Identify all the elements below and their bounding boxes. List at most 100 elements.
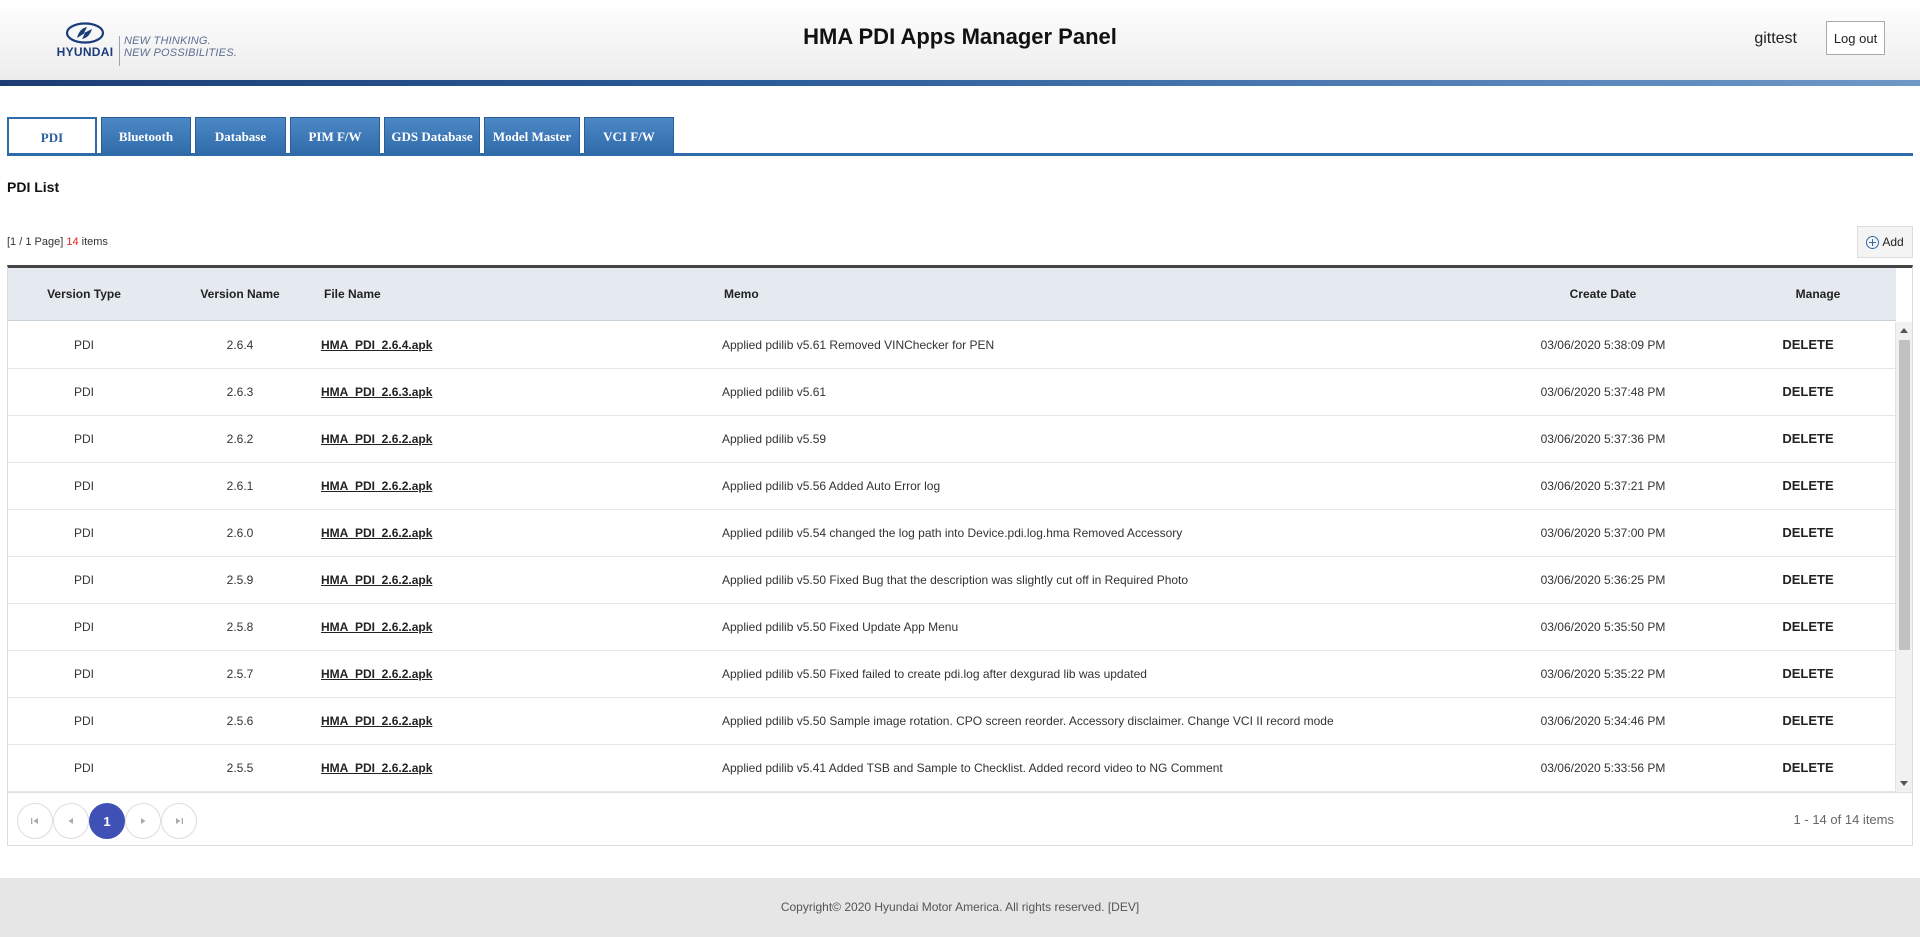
paging-summary: [1 / 1 Page] 14 items: [7, 236, 108, 248]
logo-mark: HYUNDAI: [54, 22, 116, 59]
create-date-cell: 03/06/2020 5:33:56 PM: [1540, 761, 1666, 775]
create-date-cell: 03/06/2020 5:35:50 PM: [1540, 620, 1666, 634]
create-date-cell: 03/06/2020 5:35:22 PM: [1540, 667, 1666, 681]
delete-button[interactable]: DELETE: [1768, 698, 1848, 744]
delete-button[interactable]: DELETE: [1768, 416, 1848, 462]
column-header-manage: Manage: [1795, 287, 1841, 301]
next-page-icon[interactable]: [125, 803, 161, 839]
file-name-link[interactable]: HMA_PDI_2.6.2.apk: [321, 416, 432, 462]
tab-vci-fw[interactable]: VCI F/W: [584, 117, 674, 155]
delete-button[interactable]: DELETE: [1768, 510, 1848, 556]
scroll-up-icon[interactable]: [1900, 328, 1908, 333]
last-page-icon[interactable]: [161, 803, 197, 839]
file-name-link[interactable]: HMA_PDI_2.6.2.apk: [321, 698, 432, 744]
pdi-grid: Version Type Version Name File Name Memo…: [7, 265, 1913, 846]
table-row: PDI 2.6.0 HMA_PDI_2.6.2.apk Applied pdil…: [8, 510, 1896, 557]
section-title: PDI List: [7, 179, 60, 195]
tab-bluetooth[interactable]: Bluetooth: [101, 117, 191, 155]
first-page-icon[interactable]: [17, 803, 53, 839]
file-name-link[interactable]: HMA_PDI_2.6.2.apk: [321, 463, 432, 509]
file-name-link[interactable]: HMA_PDI_2.6.2.apk: [321, 604, 432, 650]
paging-count: 14: [66, 236, 79, 248]
logout-button[interactable]: Log out: [1826, 21, 1885, 55]
tab-database[interactable]: Database: [195, 117, 286, 155]
logo-tagline-line-2: NEW POSSIBILITIES.: [124, 47, 238, 59]
table-row: PDI 2.5.7 HMA_PDI_2.6.2.apk Applied pdil…: [8, 651, 1896, 698]
logo-brand: HYUNDAI: [56, 45, 114, 59]
tab-underline: [7, 153, 1913, 156]
delete-button[interactable]: DELETE: [1768, 745, 1848, 791]
delete-button[interactable]: DELETE: [1768, 651, 1848, 697]
app-header: HYUNDAI NEW THINKING. NEW POSSIBILITIES.…: [0, 0, 1920, 80]
file-name-link[interactable]: HMA_PDI_2.6.2.apk: [321, 557, 432, 603]
version-name-cell: 2.5.7: [226, 667, 254, 681]
version-name-cell: 2.6.0: [226, 526, 254, 540]
tab-bar: PDI Bluetooth Database PIM F/W GDS Datab…: [7, 117, 674, 156]
file-name-link[interactable]: HMA_PDI_2.6.2.apk: [321, 651, 432, 697]
logo-tagline: NEW THINKING. NEW POSSIBILITIES.: [124, 35, 237, 59]
prev-page-icon[interactable]: [53, 803, 89, 839]
column-header-memo[interactable]: Memo: [724, 268, 759, 321]
pager-info: 1 - 14 of 14 items: [1793, 812, 1894, 827]
delete-button[interactable]: DELETE: [1768, 557, 1848, 603]
file-name-link[interactable]: HMA_PDI_2.6.2.apk: [321, 745, 432, 791]
version-name-cell: 2.6.1: [226, 479, 254, 493]
hyundai-logo[interactable]: HYUNDAI NEW THINKING. NEW POSSIBILITIES.: [54, 22, 237, 66]
version-name-cell: 2.5.8: [226, 620, 254, 634]
create-date-cell: 03/06/2020 5:37:48 PM: [1540, 385, 1666, 399]
version-type-cell: PDI: [73, 338, 94, 352]
create-date-cell: 03/06/2020 5:34:46 PM: [1540, 714, 1666, 728]
logo-divider: [119, 36, 120, 66]
column-header-file-name[interactable]: File Name: [324, 268, 381, 321]
add-button[interactable]: Add: [1857, 226, 1913, 258]
header-accent-bar: [0, 80, 1920, 86]
memo-cell: Applied pdilib v5.61 Removed VINChecker …: [722, 338, 995, 352]
delete-button[interactable]: DELETE: [1768, 604, 1848, 650]
tab-gds-database[interactable]: GDS Database: [384, 117, 480, 155]
grid-scrollbar[interactable]: [1895, 322, 1912, 792]
version-type-cell: PDI: [73, 761, 94, 775]
delete-button[interactable]: DELETE: [1768, 463, 1848, 509]
version-name-cell: 2.5.9: [226, 573, 254, 587]
version-type-cell: PDI: [73, 385, 94, 399]
page-title: HMA PDI Apps Manager Panel: [803, 24, 1117, 49]
page-button-current[interactable]: 1: [89, 803, 125, 839]
version-name-cell: 2.5.6: [226, 714, 254, 728]
create-date-cell: 03/06/2020 5:37:36 PM: [1540, 432, 1666, 446]
logo-tagline-line-1: NEW THINKING.: [124, 35, 211, 47]
create-date-cell: 03/06/2020 5:38:09 PM: [1540, 338, 1666, 352]
scrollbar-thumb[interactable]: [1899, 340, 1910, 650]
memo-cell: Applied pdilib v5.50 Fixed failed to cre…: [722, 667, 1147, 681]
scroll-down-icon[interactable]: [1900, 781, 1908, 786]
table-row: PDI 2.5.5 HMA_PDI_2.6.2.apk Applied pdil…: [8, 745, 1896, 792]
file-name-link[interactable]: HMA_PDI_2.6.3.apk: [321, 369, 432, 415]
grid-body[interactable]: PDI 2.6.4 HMA_PDI_2.6.4.apk Applied pdil…: [8, 322, 1896, 792]
file-name-link[interactable]: HMA_PDI_2.6.2.apk: [321, 510, 432, 556]
tab-model-master[interactable]: Model Master: [484, 117, 580, 155]
column-header-version-name[interactable]: Version Name: [160, 268, 320, 321]
username-label: gittest: [1754, 30, 1797, 47]
column-header-version-type[interactable]: Version Type: [8, 268, 160, 321]
memo-cell: Applied pdilib v5.41 Added TSB and Sampl…: [722, 761, 1223, 775]
delete-button[interactable]: DELETE: [1768, 322, 1848, 368]
version-type-cell: PDI: [73, 432, 94, 446]
version-name-cell: 2.6.2: [226, 432, 254, 446]
memo-cell: Applied pdilib v5.56 Added Auto Error lo…: [722, 479, 941, 493]
pager-buttons: 1: [17, 803, 197, 839]
memo-cell: Applied pdilib v5.59: [722, 432, 827, 446]
table-row: PDI 2.5.8 HMA_PDI_2.6.2.apk Applied pdil…: [8, 604, 1896, 651]
grid-header: Version Type Version Name File Name Memo…: [8, 268, 1896, 321]
page-footer: Copyright© 2020 Hyundai Motor America. A…: [0, 878, 1920, 937]
add-button-label: Add: [1882, 235, 1904, 249]
file-name-link[interactable]: HMA_PDI_2.6.4.apk: [321, 322, 432, 368]
plus-circle-icon: [1866, 235, 1880, 249]
delete-button[interactable]: DELETE: [1768, 369, 1848, 415]
version-name-cell: 2.6.4: [226, 338, 254, 352]
column-header-create-date[interactable]: Create Date: [1493, 268, 1713, 321]
version-type-cell: PDI: [73, 620, 94, 634]
paging-page: [1 / 1 Page]: [7, 236, 64, 248]
memo-cell: Applied pdilib v5.54 changed the log pat…: [722, 526, 1183, 540]
tab-pim-fw[interactable]: PIM F/W: [290, 117, 380, 155]
table-row: PDI 2.6.4 HMA_PDI_2.6.4.apk Applied pdil…: [8, 322, 1896, 369]
tab-pdi[interactable]: PDI: [7, 117, 97, 156]
